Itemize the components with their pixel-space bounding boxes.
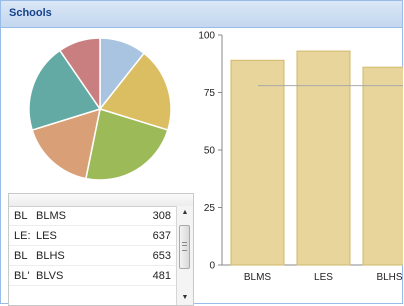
- row-name-cell: BLHS: [36, 250, 65, 262]
- table-row[interactable]: BL' BLVS 481: [9, 266, 176, 286]
- row-value-cell: 637: [152, 230, 171, 242]
- row-name-cell: LES: [36, 230, 57, 242]
- y-tick-label: 25: [204, 203, 216, 214]
- row-abbr-cell: LE:: [14, 230, 30, 242]
- panel-title: Schools: [9, 7, 52, 19]
- bar-chart-area: 0 25 50 75 100 BLMS LES BLHS: [192, 29, 403, 305]
- x-tick-label: LES: [314, 272, 333, 283]
- row-value-cell: 308: [152, 210, 171, 222]
- y-tick-label: 0: [209, 261, 215, 272]
- table-row[interactable]: LE: LES 637: [9, 226, 176, 246]
- panel-header: Schools: [1, 1, 402, 28]
- row-value-cell: 653: [152, 250, 171, 262]
- x-tick-label: BLHS: [376, 272, 402, 283]
- pie-chart-area: [2, 29, 192, 194]
- x-tick-label: BLMS: [244, 272, 272, 283]
- y-tick-label: 75: [204, 88, 216, 99]
- table-row[interactable]: BL BLMS 308: [9, 206, 176, 226]
- scroll-up-arrow-icon[interactable]: ▲: [177, 206, 193, 220]
- vertical-scrollbar[interactable]: ▲ ▼: [176, 206, 193, 305]
- left-region: BL BLMS 308 LE: LES 637 BL BLHS 653 BL' …: [2, 29, 194, 306]
- grip-icon: [182, 242, 187, 251]
- scroll-thumb[interactable]: [179, 225, 190, 269]
- row-name-cell: BLVS: [36, 270, 64, 282]
- schools-grid: BL BLMS 308 LE: LES 637 BL BLHS 653 BL' …: [8, 193, 194, 306]
- pie-chart: [28, 37, 172, 181]
- row-abbr-cell: BL': [14, 270, 30, 282]
- schools-panel: Schools BL BLMS 308 LE: LES 637 BL BLHS …: [0, 0, 403, 306]
- y-tick-label: 50: [204, 146, 216, 157]
- bar[interactable]: [296, 50, 351, 266]
- row-value-cell: 481: [152, 270, 171, 282]
- bar[interactable]: [362, 66, 403, 266]
- table-row[interactable]: BL BLHS 653: [9, 246, 176, 266]
- scroll-down-arrow-icon[interactable]: ▼: [177, 291, 193, 305]
- bar-chart: 0 25 50 75 100 BLMS LES BLHS: [198, 31, 403, 283]
- row-abbr-cell: BL: [14, 250, 28, 262]
- row-name-cell: BLMS: [36, 210, 66, 222]
- bar[interactable]: [230, 59, 285, 266]
- row-abbr-cell: BL: [14, 210, 28, 222]
- y-tick-label: 100: [198, 31, 215, 42]
